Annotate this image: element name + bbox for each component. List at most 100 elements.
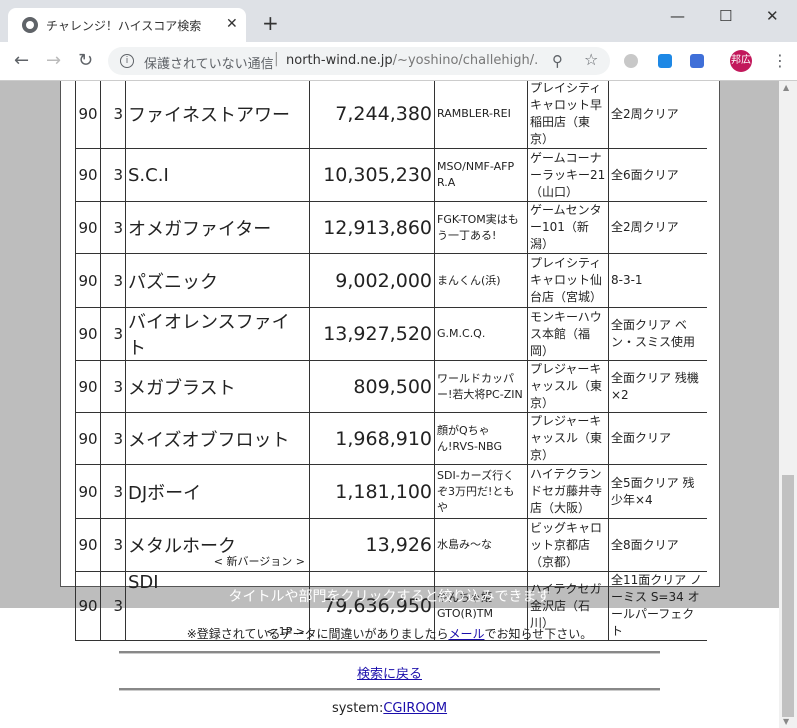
- back-arrow-icon[interactable]: ←: [14, 51, 29, 71]
- extension-comment-icon[interactable]: [690, 54, 704, 68]
- title-cell-text: S.C.I: [128, 164, 169, 186]
- extension-chat-icon[interactable]: [624, 54, 638, 68]
- score-cell: 1,968,910: [309, 412, 435, 465]
- level-cell-text: 90: [78, 325, 98, 343]
- title-cell[interactable]: S.C.I: [125, 148, 310, 202]
- mail-link[interactable]: メール: [448, 627, 484, 641]
- extension-bl-icon[interactable]: [658, 54, 672, 68]
- new-tab-button[interactable]: +: [262, 13, 279, 33]
- score-cell: 12,913,860: [309, 201, 435, 254]
- score-cell-text: 809,500: [353, 375, 432, 398]
- globe-icon: [22, 17, 38, 33]
- title-cell[interactable]: メタルホーク < 新バージョン >: [125, 518, 310, 572]
- scroll-up-arrow-icon[interactable]: ▲: [783, 83, 789, 92]
- level-cell: 90: [75, 307, 101, 361]
- profile-avatar[interactable]: 邦広: [730, 50, 752, 72]
- score-cell-text: 12,913,860: [323, 216, 432, 239]
- player-name-cell-text: 顔がQちゃん!RVS-NBG: [437, 423, 503, 453]
- maximize-icon[interactable]: ☐: [719, 6, 732, 26]
- title-cell[interactable]: メイズオブフロット: [125, 412, 310, 465]
- title-cell-text: オメガファイター: [128, 218, 272, 240]
- tab-close-icon[interactable]: ✕: [226, 16, 238, 32]
- browser-tab[interactable]: チャレンジ！ハイスコア検索 ✕: [8, 8, 246, 42]
- score-cell: 10,305,230: [309, 148, 435, 202]
- players-cell: 3: [100, 148, 126, 202]
- title-cell-text: メガブラスト: [128, 377, 236, 399]
- divider-top: [119, 651, 660, 654]
- title-cell-text: バイオレンスファイト: [128, 312, 290, 359]
- note-cell: 全2周クリア: [608, 201, 707, 254]
- title-cell[interactable]: DJボーイ: [125, 464, 310, 519]
- window-close-icon[interactable]: ✕: [766, 6, 779, 26]
- player-name-cell: FGK-TOM実はもう一丁ある!: [434, 201, 528, 254]
- error-note-text: ※登録されているデータに間違いがありましたら: [186, 627, 449, 641]
- reload-icon[interactable]: ↻: [78, 51, 93, 71]
- players-cell: 3: [100, 360, 126, 413]
- tab-title: チャレンジ！ハイスコア検索: [46, 19, 202, 33]
- score-cell: 13,926: [309, 518, 435, 572]
- zoom-icon[interactable]: ⚲: [552, 52, 563, 70]
- address-bar[interactable]: i 保護されていない通信 | north-wind.ne.jp/~yoshino…: [108, 47, 610, 75]
- note-cell-text: 8-3-1: [611, 273, 643, 287]
- players-cell-text: 3: [113, 166, 123, 184]
- level-cell-text: 90: [78, 105, 98, 123]
- note-cell: 全5面クリア 残少年×4: [608, 464, 707, 519]
- more-menu-icon[interactable]: ⋮: [772, 51, 788, 71]
- player-name-cell: 水島み〜な: [434, 518, 528, 572]
- venue-cell: プレイシティキャロット早稲田店（東京）: [527, 81, 609, 149]
- title-cell[interactable]: バイオレンスファイト: [125, 307, 310, 361]
- table-row: 90 3 パズニック 9,002,000 まんくん(浜) プレイシティキャロット仙台店（宮…: [75, 253, 707, 308]
- title-cell[interactable]: パズニック: [125, 253, 310, 308]
- venue-cell-text: ビッグキャロット京都店（京都）: [530, 520, 603, 569]
- title-cell[interactable]: オメガファイター: [125, 201, 310, 254]
- error-note-tail: でお知らせ下さい。: [484, 627, 593, 641]
- note-cell-text: 全2周クリア: [611, 220, 679, 234]
- level-cell: 90: [75, 81, 101, 149]
- venue-cell: ビッグキャロット京都店（京都）: [527, 518, 609, 572]
- table-row: 90 3 オメガファイター 12,913,860 FGK-TOM実はもう一丁ある! ゲーム…: [75, 201, 707, 254]
- url-text[interactable]: north-wind.ne.jp/~yoshino/challehigh/...: [286, 53, 538, 68]
- back-to-search-link[interactable]: 検索に戻る: [357, 667, 422, 682]
- minimize-icon[interactable]: —: [670, 6, 685, 26]
- player-name-cell-text: 水島み〜な: [437, 538, 492, 551]
- title-cell[interactable]: ファイネストアワー: [125, 81, 310, 149]
- venue-cell: ゲームコーナーラッキー21（山口）: [527, 148, 609, 202]
- players-cell-text: 3: [113, 482, 123, 501]
- info-icon[interactable]: i: [120, 54, 134, 68]
- level-cell: 90: [75, 464, 101, 519]
- venue-cell-text: プレジャーキャッスル（東京）: [530, 414, 603, 462]
- level-cell-text: 90: [78, 536, 98, 554]
- player-name-cell-text: ワールドカッパー!若大将PC-ZIN: [437, 371, 523, 401]
- results-frame: 90 3 ファイネストアワー 7,244,380 RAMBLER-REI プレイシティキャ…: [60, 81, 720, 641]
- note-cell: 全8面クリア: [608, 518, 707, 572]
- score-table: 90 3 ファイネストアワー 7,244,380 RAMBLER-REI プレイシティキャ…: [75, 81, 707, 641]
- note-cell: 全6面クリア: [608, 148, 707, 202]
- player-name-cell: RAMBLER-REI: [434, 81, 528, 149]
- scroll-down-arrow-icon[interactable]: ▼: [783, 717, 789, 726]
- note-cell: 全面クリア ベン・スミス使用: [608, 307, 707, 361]
- players-cell-text: 3: [113, 377, 123, 396]
- level-cell: 90: [75, 148, 101, 202]
- venue-cell-text: プレイシティキャロット仙台店（宮城）: [530, 256, 603, 304]
- level-cell-text: 90: [78, 166, 98, 184]
- player-name-cell: G.M.C.Q.: [434, 307, 528, 361]
- level-cell-text: 90: [78, 429, 98, 448]
- vertical-scrollbar[interactable]: ▲ ▼: [779, 81, 797, 728]
- venue-cell: プレジャーキャッスル（東京）: [527, 360, 609, 413]
- player-name-cell: 顔がQちゃん!RVS-NBG: [434, 412, 528, 465]
- forward-arrow-icon[interactable]: →: [46, 51, 61, 71]
- score-cell-text: 13,926: [365, 534, 432, 556]
- table-row: 90 3 メイズオブフロット 1,968,910 顔がQちゃん!RVS-NBG プレジャー…: [75, 412, 707, 465]
- scroll-thumb[interactable]: [782, 475, 794, 717]
- table-row: 90 3 S.C.I 10,305,230 MSO/NMF-AFP R.A ゲームコーナー…: [75, 148, 707, 202]
- players-cell: 3: [100, 81, 126, 149]
- players-cell: 3: [100, 464, 126, 519]
- note-cell: 8-3-1: [608, 253, 707, 308]
- cgiroom-link[interactable]: CGIROOM: [383, 701, 447, 716]
- note-cell-text: 全面クリア 残機×2: [611, 370, 699, 402]
- venue-cell-text: プレジャーキャッスル（東京）: [530, 362, 603, 410]
- note-cell-text: 全8面クリア: [611, 537, 679, 552]
- title-cell[interactable]: メガブラスト: [125, 360, 310, 413]
- score-cell-text: 7,244,380: [335, 103, 432, 125]
- bookmark-star-icon[interactable]: ☆: [584, 50, 598, 69]
